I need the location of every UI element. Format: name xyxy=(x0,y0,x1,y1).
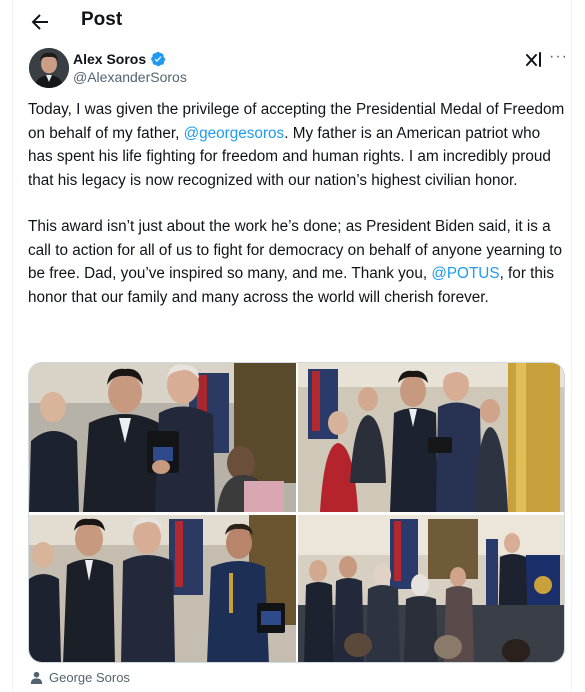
author-name-row: Alex Soros xyxy=(73,51,166,67)
page-title: Post xyxy=(81,9,123,30)
avatar[interactable] xyxy=(29,48,69,88)
photo-1[interactable] xyxy=(29,363,296,512)
mention-potus[interactable]: @POTUS xyxy=(431,265,499,282)
tagged-person-label: George Soros xyxy=(49,670,130,685)
more-icon[interactable]: ··· xyxy=(549,48,568,66)
post-column: Post Alex Soros @AlexanderSoros ··· Toda… xyxy=(12,0,572,692)
media-grid xyxy=(28,362,565,663)
person-icon xyxy=(30,671,43,684)
verified-badge-icon xyxy=(151,51,166,67)
media-caption[interactable]: George Soros xyxy=(30,670,130,685)
author-handle[interactable]: @AlexanderSoros xyxy=(73,69,187,85)
photo-4[interactable] xyxy=(298,515,564,662)
mention-georgesoros[interactable]: @georgesoros xyxy=(184,125,285,142)
tweet-paragraph-2: This award isn’t just about the work he’… xyxy=(28,215,568,309)
top-bar: Post xyxy=(13,0,573,44)
tweet-text: Today, I was given the privilege of acce… xyxy=(28,98,568,309)
grok-icon[interactable] xyxy=(524,50,544,70)
tweet-paragraph-1: Today, I was given the privilege of acce… xyxy=(28,98,568,192)
author-name[interactable]: Alex Soros xyxy=(73,51,146,67)
arrow-left-icon[interactable] xyxy=(28,10,52,34)
photo-3[interactable] xyxy=(29,515,296,662)
photo-2[interactable] xyxy=(298,363,564,512)
